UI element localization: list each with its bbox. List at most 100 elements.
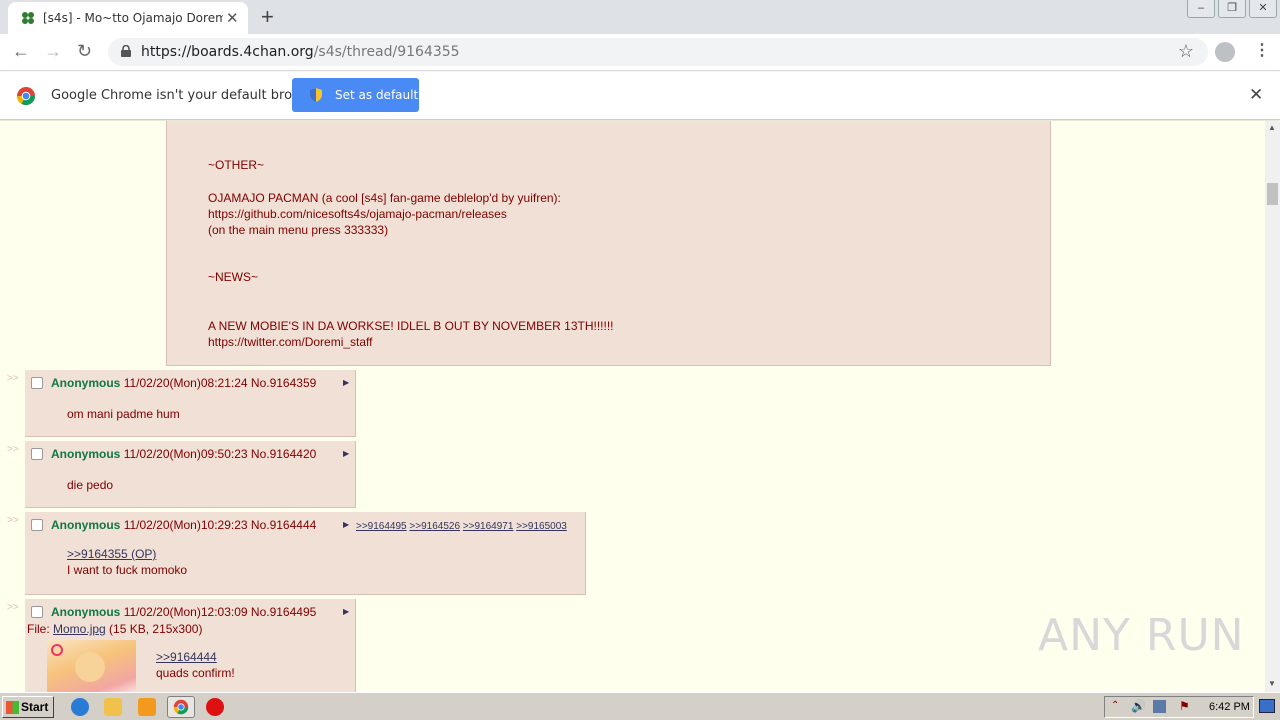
tab-close-icon[interactable]: ✕ xyxy=(226,9,239,27)
set-as-default-label: Set as default xyxy=(335,88,419,102)
op-post-body: ~OTHER~ OJAMAJO PACMAN (a cool [s4s] fan… xyxy=(166,121,1051,366)
op-link-github[interactable]: https://github.com/nicesofts4s/ojamajo-p… xyxy=(208,207,507,221)
file-info: File: Momo.jpg (15 KB, 215x300) xyxy=(27,622,202,636)
chrome-logo-icon xyxy=(16,87,35,106)
browser-toolbar: ← → ↻ https://boards.4chan.org/s4s/threa… xyxy=(0,34,1280,71)
internet-explorer-icon[interactable] xyxy=(71,698,89,716)
backlink[interactable]: >>9164526 xyxy=(409,521,460,532)
reload-icon[interactable]: ↻ xyxy=(77,41,92,62)
show-desktop-icon[interactable] xyxy=(1259,699,1275,713)
file-label: File: xyxy=(27,622,50,636)
post-thumbnail[interactable] xyxy=(47,640,136,692)
new-tab-icon[interactable]: + xyxy=(261,4,274,30)
poster-name: Anonymous xyxy=(51,376,121,390)
volume-icon[interactable]: 🔊 xyxy=(1131,699,1146,713)
post-checkbox[interactable] xyxy=(31,519,43,531)
backlink[interactable]: >>9165003 xyxy=(516,521,567,532)
post-menu-icon[interactable]: ▶ xyxy=(343,520,349,529)
post-message: om mani padme hum xyxy=(67,407,180,421)
default-browser-infobar: Google Chrome isn't your default browser… xyxy=(0,72,1280,120)
bookmark-star-icon[interactable]: ☆ xyxy=(1178,41,1194,62)
poster-name: Anonymous xyxy=(51,605,121,619)
chrome-icon xyxy=(173,699,189,715)
lock-icon xyxy=(121,45,131,57)
network-icon[interactable] xyxy=(1153,700,1166,713)
windows-taskbar: Start ⌃ 🔊 ⚑ 6:42 PM xyxy=(0,692,1280,720)
profile-avatar-icon[interactable] xyxy=(1215,42,1235,62)
op-line: A NEW MOBIE'S IN DA WORKSE! IDLEL B OUT … xyxy=(208,319,614,333)
page-scrollbar[interactable]: ▲ ▼ xyxy=(1265,121,1280,692)
action-center-flag-icon[interactable]: ⚑ xyxy=(1179,699,1190,713)
op-line: ~NEWS~ xyxy=(208,270,259,284)
post-number[interactable]: No.9164495 xyxy=(251,605,316,619)
browser-tab[interactable]: [s4s] - Mo~tto Ojamajo Doremi Ep. 3 ✕ xyxy=(8,2,248,34)
op-line: ~OTHER~ xyxy=(208,158,265,172)
windows-flag-icon xyxy=(6,701,19,714)
reply-arrows: >> xyxy=(7,602,19,613)
quote-link[interactable]: >>9164444 xyxy=(156,650,217,664)
url-path: /s4s/thread/9164355 xyxy=(313,44,460,60)
post-menu-icon[interactable]: ▶ xyxy=(343,378,349,387)
start-button[interactable]: Start xyxy=(2,696,54,718)
post-checkbox[interactable] xyxy=(31,377,43,389)
scroll-down-arrow-icon[interactable]: ▼ xyxy=(1268,679,1276,688)
poster-name: Anonymous xyxy=(51,518,121,532)
tab-strip: [s4s] - Mo~tto Ojamajo Doremi Ep. 3 ✕ + … xyxy=(0,0,1280,34)
reply-post: Anonymous 11/02/20(Mon)10:29:23 No.91644… xyxy=(25,512,586,595)
op-link-twitter[interactable]: https://twitter.com/Doremi_staff xyxy=(208,335,373,349)
post-message: I want to fuck momoko xyxy=(67,563,188,577)
post-message: quads confirm! xyxy=(156,666,235,680)
file-name-link[interactable]: Momo.jpg xyxy=(53,622,106,636)
media-player-icon[interactable] xyxy=(138,698,156,716)
post-info: Anonymous 11/02/20(Mon)09:50:23 No.91644… xyxy=(51,447,316,461)
backlink[interactable]: >>9164971 xyxy=(463,521,514,532)
address-bar[interactable]: https://boards.4chan.org/s4s/thread/9164… xyxy=(108,38,1208,66)
scroll-thumb[interactable] xyxy=(1267,183,1278,205)
poster-name: Anonymous xyxy=(51,447,121,461)
forward-icon[interactable]: → xyxy=(44,41,62,62)
file-meta: (15 KB, 215x300) xyxy=(109,622,203,636)
close-window-icon[interactable]: ✕ xyxy=(1249,0,1277,18)
reply-arrows: >> xyxy=(7,373,19,384)
tray-expand-icon[interactable]: ⌃ xyxy=(1111,700,1119,711)
post-date: 11/02/20(Mon)09:50:23 xyxy=(123,447,248,461)
set-as-default-button[interactable]: Set as default xyxy=(292,78,419,112)
url-host: https://boards.4chan.org xyxy=(141,44,314,60)
infobar-message: Google Chrome isn't your default browser xyxy=(51,88,323,103)
shield-icon xyxy=(310,88,322,102)
restore-icon[interactable]: ❐ xyxy=(1218,0,1246,18)
file-explorer-icon[interactable] xyxy=(104,698,122,716)
post-menu-icon[interactable]: ▶ xyxy=(343,449,349,458)
window-controls: – ❐ ✕ xyxy=(1187,0,1280,20)
quote-link[interactable]: >>9164355 (OP) xyxy=(67,547,156,561)
post-number[interactable]: No.9164444 xyxy=(251,518,316,532)
reply-arrows: >> xyxy=(7,515,19,526)
post-number[interactable]: No.9164359 xyxy=(251,376,316,390)
reply-arrows: >> xyxy=(7,444,19,455)
page-content: ~OTHER~ OJAMAJO PACMAN (a cool [s4s] fan… xyxy=(0,121,1265,692)
chrome-taskbar-button[interactable] xyxy=(167,696,195,718)
kebab-menu-icon[interactable]: ⋮ xyxy=(1254,40,1270,60)
backlink[interactable]: >>9164495 xyxy=(356,521,407,532)
post-date: 11/02/20(Mon)12:03:09 xyxy=(123,605,248,619)
infobar-close-icon[interactable]: ✕ xyxy=(1249,85,1263,105)
post-info: Anonymous 11/02/20(Mon)12:03:09 No.91644… xyxy=(51,605,316,619)
post-date: 11/02/20(Mon)08:21:24 xyxy=(123,376,248,390)
minimize-icon[interactable]: – xyxy=(1187,0,1215,18)
post-checkbox[interactable] xyxy=(31,448,43,460)
clock-time[interactable]: 6:42 PM xyxy=(1209,701,1250,713)
alert-app-icon[interactable] xyxy=(206,698,224,716)
reply-post: Anonymous 11/02/20(Mon)08:21:24 No.91643… xyxy=(25,370,356,437)
post-date: 11/02/20(Mon)10:29:23 xyxy=(123,518,248,532)
post-message: die pedo xyxy=(67,478,114,492)
reply-post: Anonymous 11/02/20(Mon)12:03:09 No.91644… xyxy=(25,599,356,692)
post-checkbox[interactable] xyxy=(31,606,43,618)
system-tray: ⌃ 🔊 ⚑ 6:42 PM xyxy=(1104,696,1254,718)
back-icon[interactable]: ← xyxy=(12,41,30,62)
clover-favicon-icon xyxy=(22,12,34,24)
post-menu-icon[interactable]: ▶ xyxy=(343,607,349,616)
scroll-up-arrow-icon[interactable]: ▲ xyxy=(1268,123,1276,132)
post-number[interactable]: No.9164420 xyxy=(251,447,316,461)
post-info: Anonymous 11/02/20(Mon)10:29:23 No.91644… xyxy=(51,518,316,532)
reply-post: Anonymous 11/02/20(Mon)09:50:23 No.91644… xyxy=(25,441,356,508)
